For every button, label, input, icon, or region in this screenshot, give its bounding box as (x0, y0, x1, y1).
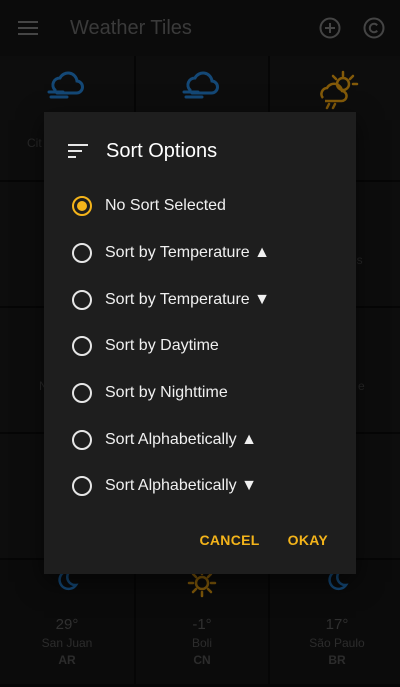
sort-option-nighttime[interactable]: Sort by Nighttime (44, 370, 356, 417)
sort-option-label: Sort by Daytime (105, 337, 219, 355)
dialog-actions: CANCEL OKAY (185, 524, 356, 556)
sort-option-alpha-desc[interactable]: Sort Alphabetically ▼ (44, 463, 356, 510)
radio-button[interactable] (72, 336, 92, 357)
radio-button-checked[interactable] (72, 196, 92, 217)
sort-option-temperature-asc[interactable]: Sort by Temperature ▲ (44, 230, 356, 277)
okay-button[interactable]: OKAY (274, 524, 342, 556)
dialog-title: Sort Options (106, 139, 218, 162)
sort-options-dialog: Sort Options No Sort Selected Sort by Te… (44, 112, 356, 574)
sort-option-label: Sort by Nighttime (105, 384, 228, 402)
radio-button[interactable] (72, 289, 92, 310)
sort-option-label: Sort Alphabetically ▼ (105, 477, 257, 495)
sort-option-label: Sort by Temperature ▼ (105, 290, 270, 308)
sort-option-daytime[interactable]: Sort by Daytime (44, 323, 356, 370)
radio-button[interactable] (72, 383, 92, 404)
sort-option-label: Sort by Temperature ▲ (105, 244, 270, 262)
dialog-header: Sort Options (44, 136, 356, 166)
sort-option-none[interactable]: No Sort Selected (44, 183, 356, 230)
radio-button[interactable] (72, 429, 92, 450)
cancel-button[interactable]: CANCEL (185, 524, 273, 556)
app-root: Weather Tiles Cit es e 29° San Juan AR -… (0, 0, 400, 687)
radio-button[interactable] (72, 476, 92, 497)
sort-option-list: No Sort Selected Sort by Temperature ▲ S… (44, 183, 356, 510)
sort-option-alpha-asc[interactable]: Sort Alphabetically ▲ (44, 416, 356, 463)
sort-option-temperature-desc[interactable]: Sort by Temperature ▼ (44, 276, 356, 323)
sort-option-label: No Sort Selected (105, 197, 226, 215)
radio-button[interactable] (72, 243, 92, 264)
sort-icon (68, 140, 90, 162)
sort-option-label: Sort Alphabetically ▲ (105, 430, 257, 448)
